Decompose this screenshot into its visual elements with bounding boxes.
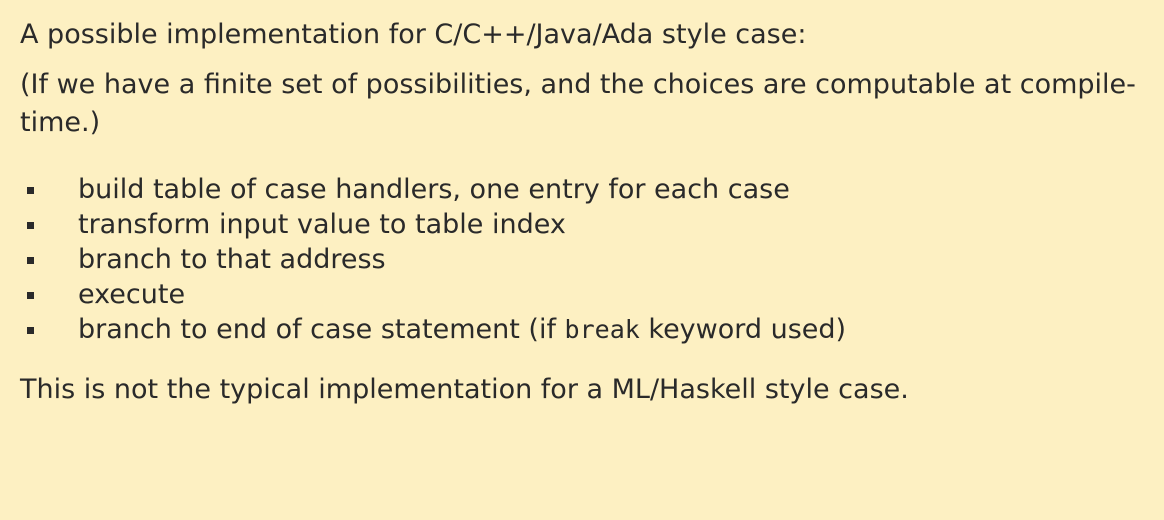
intro-text: A possible implementation for C/C++/Java… [20, 19, 807, 50]
slide-box: A possible implementation for C/C++/Java… [0, 0, 1164, 520]
list-item-text: execute [78, 279, 186, 310]
square-bullet-icon [27, 257, 34, 264]
list-item-text: build table of case handlers, one entry … [78, 174, 790, 205]
list-item: execute [20, 277, 1144, 312]
list-item: transform input value to table index [20, 207, 1144, 242]
break-keyword-code: break [564, 315, 640, 344]
square-bullet-icon [27, 292, 34, 299]
square-bullet-icon [27, 187, 34, 194]
list-item-text-after: keyword used) [639, 314, 847, 345]
list-item: branch to that address [20, 242, 1144, 277]
list-item-text: branch to that address [78, 244, 386, 275]
list-item-text-before: branch to end of case statement (if [78, 314, 565, 345]
list-item-text: transform input value to table index [78, 209, 566, 240]
square-bullet-icon [27, 327, 34, 334]
implementation-steps-list: build table of case handlers, one entry … [20, 172, 1144, 347]
assumption-note: (If we have a finite set of possibilitie… [20, 69, 1136, 138]
square-bullet-icon [27, 222, 34, 229]
list-item: branch to end of case statement (if brea… [20, 312, 1144, 347]
conclusion-text: This is not the typical implementation f… [20, 374, 909, 405]
list-item: build table of case handlers, one entry … [20, 172, 1144, 207]
